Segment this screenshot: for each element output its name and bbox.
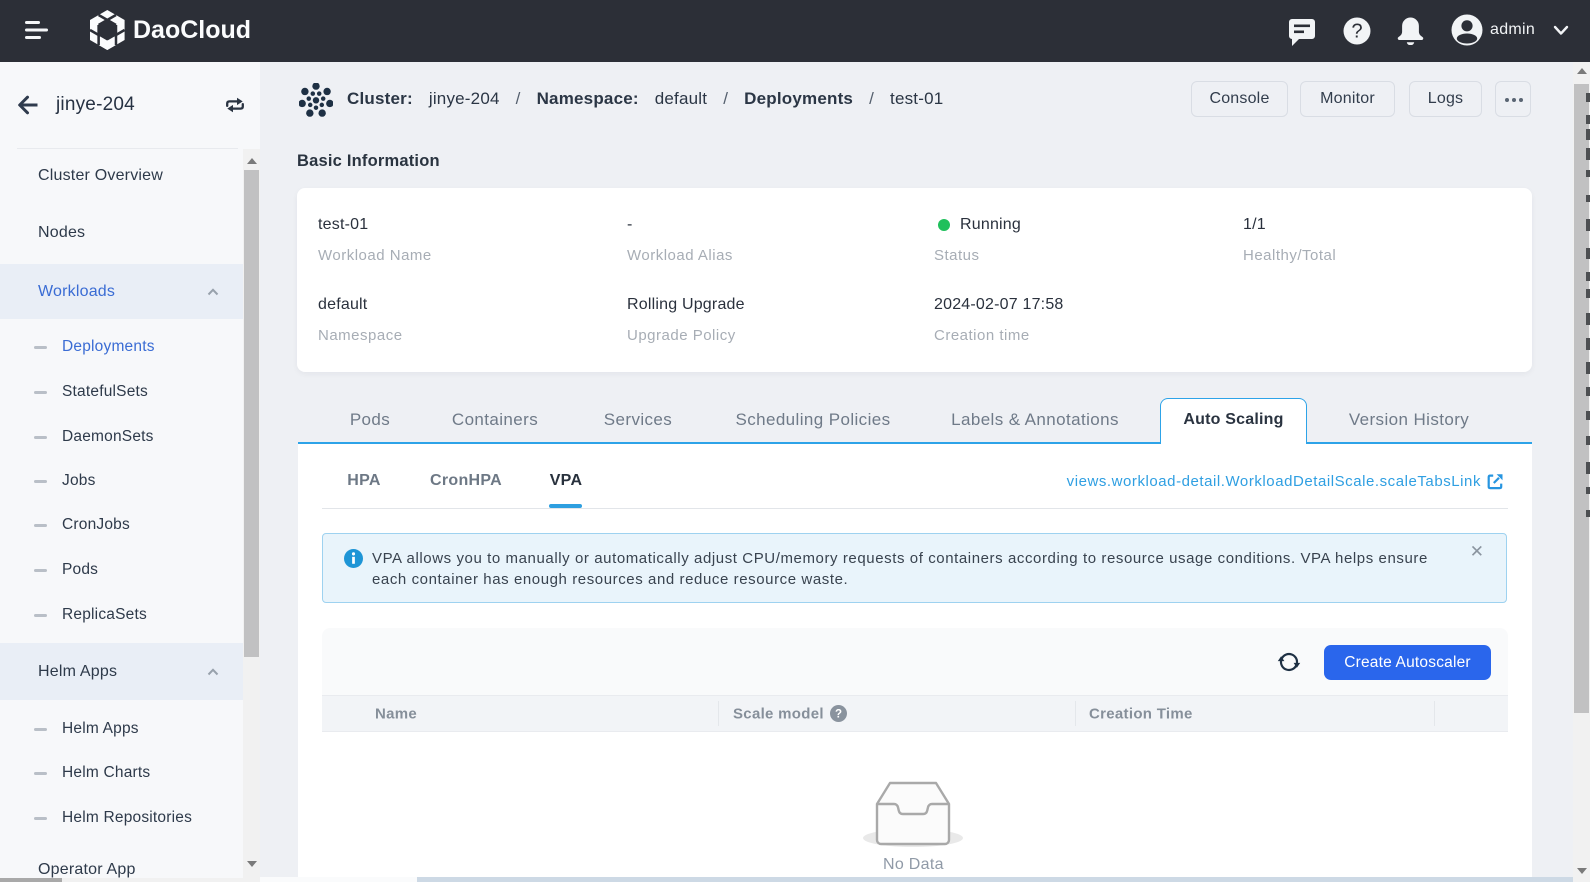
svg-text:?: ? — [835, 709, 842, 721]
svg-text:?: ? — [1351, 21, 1362, 43]
